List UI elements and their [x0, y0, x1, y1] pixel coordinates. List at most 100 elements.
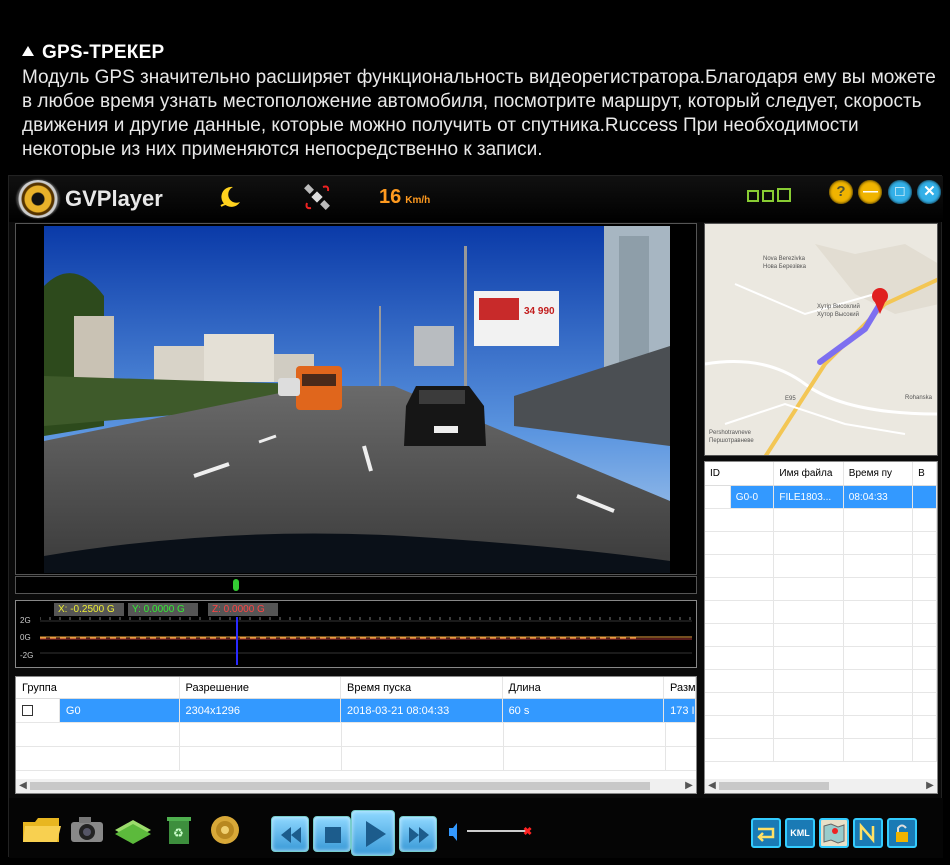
close-button[interactable]: ✕: [917, 180, 942, 204]
scroll-right-icon[interactable]: ▶: [682, 779, 696, 793]
layout-single-icon[interactable]: [747, 190, 759, 202]
moon-icon[interactable]: [217, 184, 243, 210]
layout-split-icon[interactable]: [762, 190, 774, 202]
map-button[interactable]: [819, 818, 849, 848]
empty-cell: [774, 716, 844, 738]
column-length[interactable]: Длина: [503, 677, 664, 698]
empty-cell: [705, 647, 775, 669]
empty-cell: [844, 693, 914, 715]
section-description: Модуль GPS значительно расширяет функцио…: [22, 67, 936, 160]
file-list-table: Группа Разрешение Время пуска Длина Разм…: [15, 676, 697, 794]
empty-cell: [774, 624, 844, 646]
empty-cell: [705, 739, 775, 761]
empty-cell: [774, 532, 844, 554]
empty-cell: [913, 509, 937, 531]
empty-cell: [705, 670, 775, 692]
maximize-button[interactable]: □: [887, 180, 912, 204]
map-label: Rohanska: [905, 395, 933, 401]
speed-readout: 16 Km/h: [379, 186, 430, 209]
recycle-bin-icon[interactable]: ♻: [159, 812, 199, 846]
empty-cell: [913, 624, 937, 646]
camera-icon[interactable]: [67, 812, 107, 846]
table-row: [705, 555, 937, 578]
column-id[interactable]: ID: [705, 462, 775, 485]
empty-cell: [774, 601, 844, 623]
scroll-left-icon[interactable]: ◀: [16, 779, 30, 793]
empty-cell: [913, 739, 937, 761]
export-icon[interactable]: [113, 812, 153, 846]
control-bar: ♻ ✖ KML: [9, 798, 943, 858]
g-axis-bottom: -2G: [20, 651, 34, 660]
empty-cell: [844, 601, 914, 623]
rewind-button[interactable]: [271, 816, 309, 852]
g-x-label: X: -0.2500 G: [54, 603, 124, 616]
video-progress-bar[interactable]: [15, 576, 697, 594]
scroll-left-icon[interactable]: ◀: [705, 779, 719, 793]
cell-time: 08:04:33: [843, 486, 914, 508]
g-sensor-panel: X: -0.2500 G Y: 0.0000 G Z: 0.0000 G 2G …: [15, 600, 697, 668]
volume-knob[interactable]: ✖: [523, 825, 532, 838]
cell-group: G0: [59, 699, 180, 722]
column-group[interactable]: Группа: [16, 677, 180, 698]
column-resolution[interactable]: Разрешение: [180, 677, 341, 698]
kml-export-button[interactable]: KML: [785, 818, 815, 848]
row-checkbox[interactable]: [22, 705, 33, 716]
scroll-thumb[interactable]: [30, 782, 650, 790]
empty-cell: [705, 555, 775, 577]
horizontal-scrollbar[interactable]: ◀ ▶: [705, 779, 937, 793]
empty-cell: [705, 509, 775, 531]
stop-button[interactable]: [313, 816, 351, 852]
scroll-thumb[interactable]: [719, 782, 829, 790]
column-start-time[interactable]: Время пуска: [341, 677, 503, 698]
play-button[interactable]: [351, 810, 395, 856]
progress-knob[interactable]: [233, 579, 239, 591]
open-folder-icon[interactable]: [21, 812, 61, 846]
column-filename[interactable]: Имя файла: [774, 462, 844, 485]
column-size[interactable]: Разме: [664, 677, 696, 698]
empty-cell: [844, 578, 914, 600]
graph-toggle-button[interactable]: [853, 818, 883, 848]
map-label: Pershotravneve: [709, 430, 752, 436]
empty-cell: [774, 509, 844, 531]
table-row: [705, 716, 937, 739]
g-axis-top: 2G: [20, 616, 31, 625]
g-sensor-graph[interactable]: [40, 617, 692, 665]
cell-id: G0-0: [730, 486, 775, 508]
empty-cell: [913, 532, 937, 554]
empty-cell: [774, 555, 844, 577]
volume-icon[interactable]: [447, 820, 459, 844]
help-button[interactable]: ?: [829, 180, 853, 204]
repeat-button[interactable]: [751, 818, 781, 848]
table-row[interactable]: G0 2304x1296 2018-03-21 08:04:33 60 s 17…: [16, 699, 696, 723]
title-bar: GVPlayer 16 Km/h ? — □ ✕: [9, 176, 943, 222]
cell-length: 60 s: [502, 699, 665, 722]
volume-slider[interactable]: [467, 830, 529, 832]
lock-button[interactable]: [887, 818, 917, 848]
minimize-button[interactable]: —: [858, 180, 883, 204]
row-checkbox-cell: [16, 699, 60, 722]
fast-forward-button[interactable]: [399, 816, 437, 852]
g-z-label: Z: 0.0000 G: [208, 603, 278, 616]
svg-text:♻: ♻: [173, 826, 184, 840]
horizontal-scrollbar[interactable]: ◀ ▶: [16, 779, 696, 793]
layout-full-icon[interactable]: [777, 188, 791, 202]
satellite-icon[interactable]: [301, 181, 333, 213]
column-time[interactable]: Время пу: [844, 462, 914, 485]
settings-gear-icon[interactable]: [205, 812, 245, 846]
table-row: [705, 739, 937, 762]
empty-cell: [774, 578, 844, 600]
empty-cell: [844, 555, 914, 577]
table-row: [705, 647, 937, 670]
video-panel[interactable]: 34 990: [15, 223, 697, 575]
table-row: [705, 624, 937, 647]
column-extra[interactable]: В: [913, 462, 937, 485]
empty-cell: [844, 670, 914, 692]
empty-cell: [774, 670, 844, 692]
gps-map[interactable]: Nova Berezivka Нова Березівка Хутір Висо…: [704, 223, 938, 456]
table-row[interactable]: G0-0 FILE1803... 08:04:33: [705, 486, 937, 509]
scroll-right-icon[interactable]: ▶: [923, 779, 937, 793]
cell-filename: FILE1803...: [774, 486, 844, 508]
table-row: [16, 747, 696, 771]
table-row: [16, 723, 696, 747]
empty-cell: [705, 532, 775, 554]
